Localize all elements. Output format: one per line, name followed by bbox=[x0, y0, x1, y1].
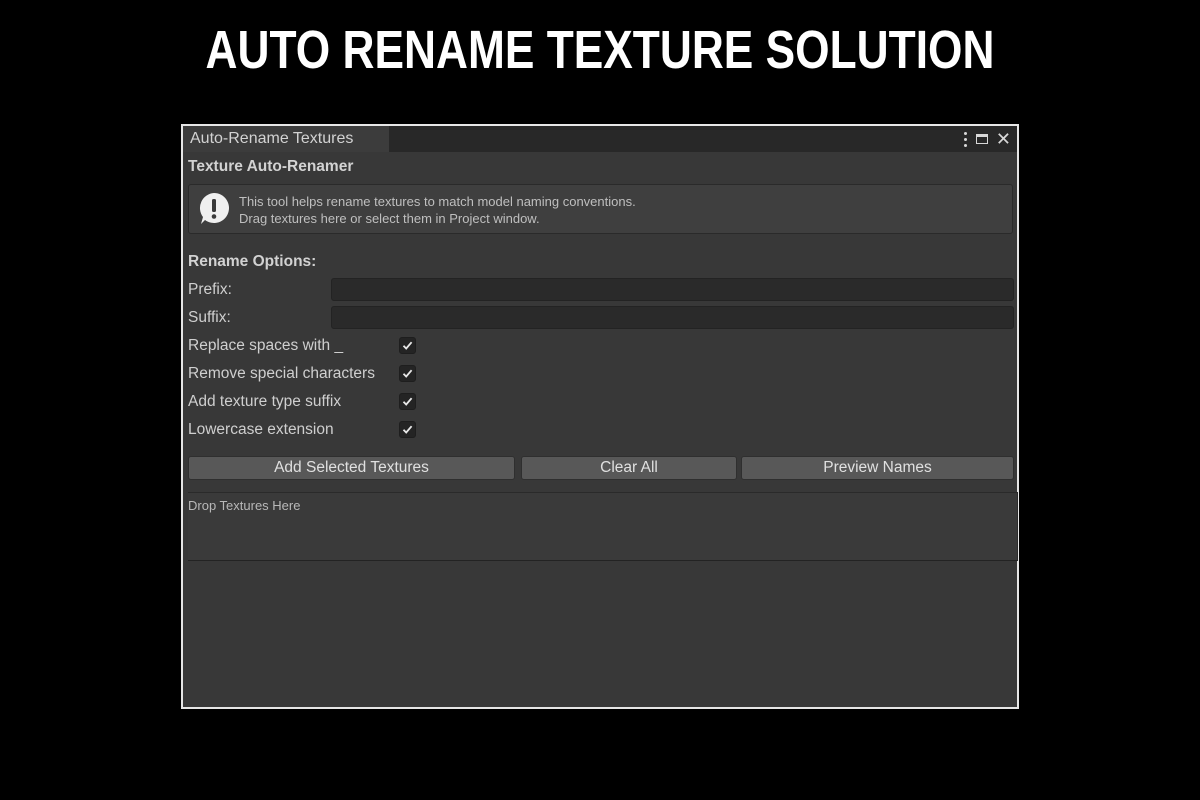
toggle-replace-spaces-label: Replace spaces with _ bbox=[188, 337, 344, 354]
texture-drop-zone[interactable]: Drop Textures Here bbox=[188, 492, 1018, 561]
help-text-line-2: Drag textures here or select them in Pro… bbox=[239, 211, 540, 226]
window-tab-bar: Auto-Rename Textures ✕ bbox=[183, 126, 1017, 152]
rename-options-header: Rename Options: bbox=[188, 253, 317, 270]
replace-spaces-checkbox[interactable] bbox=[399, 337, 416, 354]
suffix-input[interactable] bbox=[331, 306, 1014, 329]
toggle-remove-special-label: Remove special characters bbox=[188, 365, 375, 382]
maximize-icon[interactable] bbox=[975, 134, 988, 144]
close-icon[interactable]: ✕ bbox=[996, 130, 1011, 148]
help-box: This tool helps rename textures to match… bbox=[188, 184, 1013, 234]
toggle-lowercase-label: Lowercase extension bbox=[188, 421, 334, 438]
page-title: AUTO RENAME TEXTURE SOLUTION bbox=[205, 20, 995, 80]
prefix-label: Prefix: bbox=[188, 281, 232, 298]
help-text: This tool helps rename textures to match… bbox=[239, 193, 636, 227]
info-exclamation-icon bbox=[197, 191, 231, 225]
window-controls: ✕ bbox=[963, 126, 1011, 152]
suffix-label: Suffix: bbox=[188, 309, 231, 326]
checkmark-icon bbox=[402, 341, 413, 350]
panel-header: Texture Auto-Renamer bbox=[188, 158, 354, 175]
editor-window: Auto-Rename Textures ✕ Texture Auto-Rena… bbox=[181, 124, 1019, 709]
toggle-type-suffix-row: Add texture type suffix bbox=[188, 390, 1014, 414]
checkmark-icon bbox=[402, 425, 413, 434]
toggle-type-suffix-label: Add texture type suffix bbox=[188, 393, 342, 410]
remove-special-checkbox[interactable] bbox=[399, 365, 416, 382]
prefix-input[interactable] bbox=[331, 278, 1014, 301]
checkmark-icon bbox=[402, 397, 413, 406]
tab-auto-rename-textures[interactable]: Auto-Rename Textures bbox=[183, 126, 389, 152]
toggle-replace-spaces-row: Replace spaces with _ bbox=[188, 334, 1014, 358]
preview-names-button[interactable]: Preview Names bbox=[741, 456, 1014, 480]
suffix-row: Suffix: bbox=[188, 306, 1014, 330]
help-text-line-1: This tool helps rename textures to match… bbox=[239, 194, 636, 209]
type-suffix-checkbox[interactable] bbox=[399, 393, 416, 410]
checkmark-icon bbox=[402, 369, 413, 378]
toggle-remove-special-row: Remove special characters bbox=[188, 362, 1014, 386]
prefix-row: Prefix: bbox=[188, 278, 1014, 302]
kebab-menu-icon[interactable] bbox=[963, 131, 968, 147]
clear-all-button[interactable]: Clear All bbox=[521, 456, 737, 480]
button-row: Add Selected Textures Clear All Preview … bbox=[188, 456, 1014, 480]
add-selected-textures-button[interactable]: Add Selected Textures bbox=[188, 456, 515, 480]
toggle-lowercase-row: Lowercase extension bbox=[188, 418, 1014, 442]
drop-zone-label: Drop Textures Here bbox=[188, 498, 301, 513]
lowercase-checkbox[interactable] bbox=[399, 421, 416, 438]
